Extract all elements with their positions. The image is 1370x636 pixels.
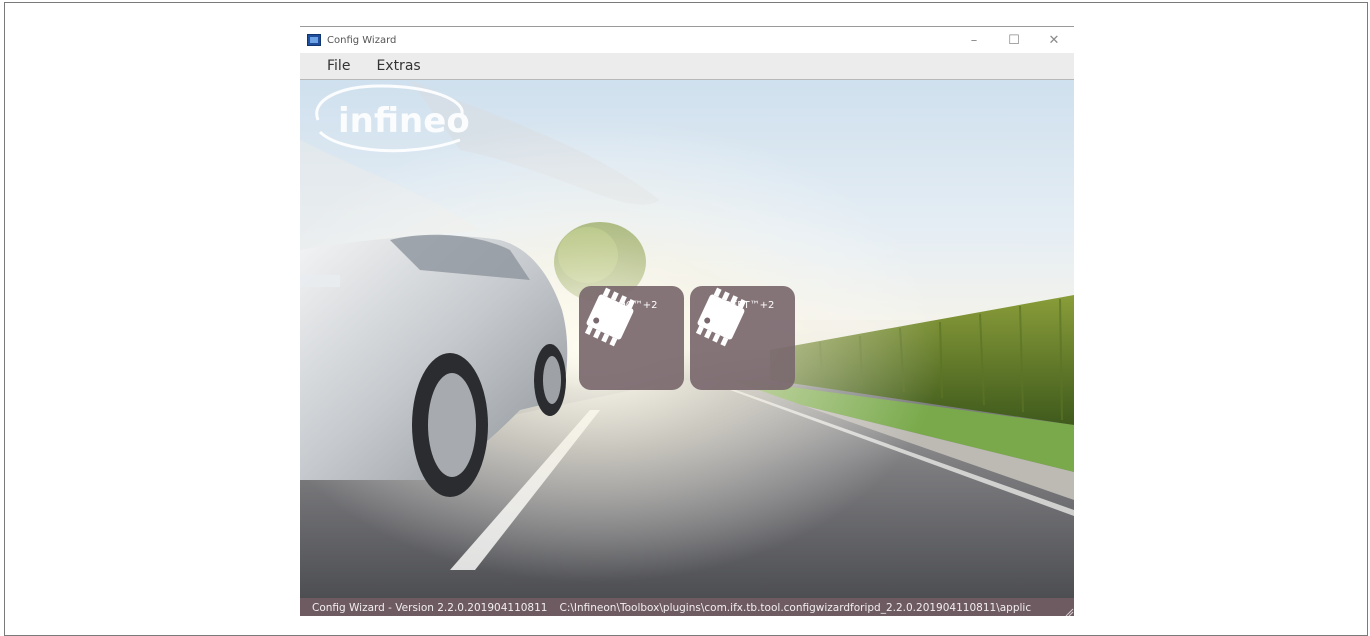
close-button[interactable]: ✕: [1034, 27, 1074, 53]
close-icon: ✕: [1048, 32, 1060, 48]
product-tile-spoc[interactable]: SPOC™+2: [579, 286, 684, 390]
window-controls: – ☐ ✕: [954, 27, 1074, 53]
maximize-button[interactable]: ☐: [994, 27, 1034, 53]
resize-grip-icon[interactable]: [1064, 607, 1074, 616]
logo-text: infineon: [338, 101, 470, 141]
maximize-icon: ☐: [1008, 32, 1020, 48]
minimize-button[interactable]: –: [954, 27, 994, 53]
status-version: Config Wizard - Version 2.2.0.2019041108…: [312, 601, 548, 614]
menu-bar: File Extras: [300, 53, 1074, 80]
chip-icon: [584, 287, 636, 347]
chip-icon: [695, 287, 747, 347]
config-wizard-app-icon: [307, 34, 321, 46]
status-bar: Config Wizard - Version 2.2.0.2019041108…: [300, 598, 1074, 616]
menu-extras[interactable]: Extras: [363, 58, 433, 74]
minimize-icon: –: [970, 32, 978, 48]
config-wizard-window: Config Wizard – ☐ ✕ File Extras infineo …: [300, 26, 1074, 616]
background-scene: SPOC™+2: [300, 80, 1074, 598]
infineon-logo: infineon: [315, 84, 470, 153]
product-tile-profet[interactable]: PROFET™+2: [690, 286, 795, 390]
title-bar[interactable]: Config Wizard – ☐ ✕: [300, 27, 1074, 53]
status-path: C:\Infineon\Toolbox\plugins\com.ifx.tb.t…: [559, 601, 1032, 614]
window-title: Config Wizard: [327, 34, 397, 46]
menu-file[interactable]: File: [300, 58, 363, 74]
